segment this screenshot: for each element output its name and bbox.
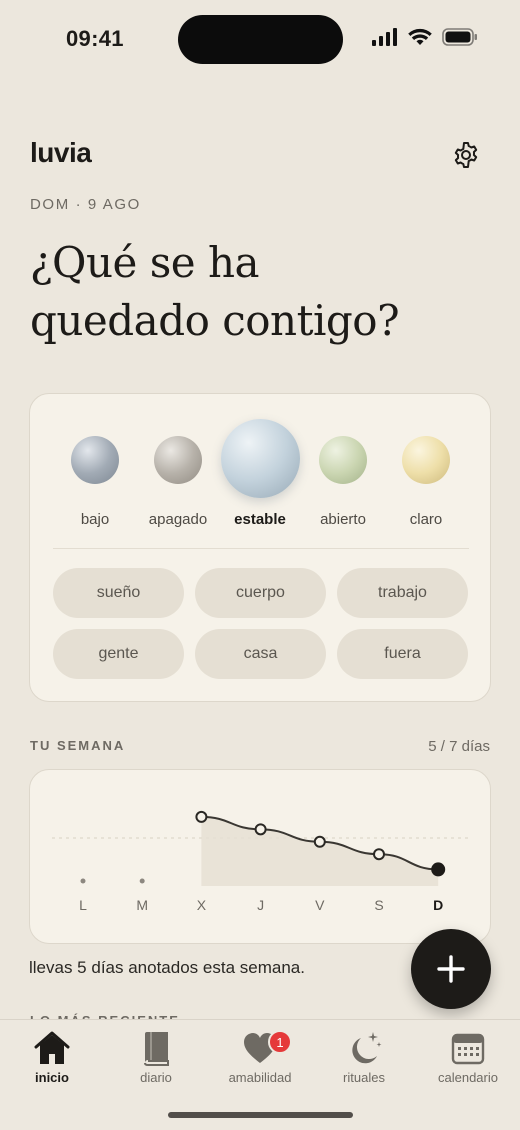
battery-icon (442, 28, 477, 46)
tab-label: amabilidad (228, 1070, 292, 1085)
week-chart: LMXJVSD (52, 810, 470, 913)
mood-orb-apagado (154, 436, 202, 484)
week-summary: llevas 5 días anotados esta semana. (29, 958, 305, 977)
mood-orb-bajo (71, 436, 119, 484)
dynamic-island (178, 15, 343, 64)
chip-gente[interactable]: gente (53, 629, 184, 679)
wifi-icon (408, 28, 432, 45)
mood-label: claro (409, 511, 443, 528)
current-date: DOM · 9 AGO (30, 196, 141, 213)
chart-area (201, 816, 439, 886)
calendar-icon (451, 1033, 485, 1065)
tab-label: inicio (35, 1070, 69, 1085)
tab-label: diario (140, 1070, 172, 1085)
divider (53, 548, 469, 549)
tab-label: calendario (438, 1070, 498, 1085)
tab-calendario[interactable]: calendario (416, 1028, 520, 1085)
mood-claro[interactable]: claro (380, 394, 480, 544)
add-entry-button[interactable] (411, 929, 491, 1009)
chart-day-label: X (197, 897, 207, 913)
notification-badge: 1 (268, 1030, 292, 1054)
status-icons (372, 28, 478, 46)
week-chart-card[interactable]: LMXJVSD (29, 769, 491, 944)
status-time: 09:41 (66, 26, 124, 51)
app-title: luvia (30, 137, 92, 168)
chart-day-label: J (257, 897, 264, 913)
chart-empty-day-dot (80, 878, 86, 884)
chart-day-label: M (136, 897, 148, 913)
chip-sueno[interactable]: sueño (53, 568, 184, 618)
tab-inicio[interactable]: inicio (0, 1028, 104, 1085)
mood-orb-abierto (319, 436, 367, 484)
home-indicator (168, 1112, 353, 1118)
signal-icon (372, 28, 397, 46)
mood-label: estable (234, 511, 286, 528)
chip-trabajo[interactable]: trabajo (337, 568, 468, 618)
tab-label: rituales (343, 1070, 385, 1085)
home-icon (34, 1031, 70, 1064)
tag-chips: sueño cuerpo trabajo gente casa fuera (53, 568, 469, 679)
chart-day-label: L (79, 897, 87, 913)
tab-diario[interactable]: diario (104, 1028, 208, 1085)
mood-orb-estable (221, 419, 300, 498)
settings-button[interactable] (451, 140, 481, 170)
chart-day-label: V (315, 897, 325, 913)
chart-day-label: S (374, 897, 383, 913)
mood-card: bajo apagado estable abierto claro sueño… (29, 393, 491, 702)
chart-point-current (431, 862, 446, 877)
tab-amabilidad[interactable]: 1 amabilidad (208, 1028, 312, 1085)
question-line-1: ¿Qué se ha (30, 238, 260, 287)
mood-label: abierto (320, 511, 366, 528)
mood-label: bajo (80, 511, 110, 528)
moon-stars-icon (352, 1032, 382, 1064)
mood-selector: bajo apagado estable abierto claro (30, 394, 490, 544)
chart-point (373, 848, 385, 861)
chart-day-label: D (433, 897, 443, 913)
mood-orb-claro (402, 436, 450, 484)
mood-label: apagado (148, 511, 208, 528)
chip-casa[interactable]: casa (195, 629, 326, 679)
week-header: TU SEMANA 5 / 7 días (30, 738, 490, 758)
chart-point (313, 835, 326, 848)
chip-fuera[interactable]: fuera (337, 629, 468, 679)
question-line-2: quedado contigo? (30, 296, 400, 345)
week-title: TU SEMANA (30, 738, 126, 753)
plus-icon (437, 955, 465, 983)
gear-icon (454, 142, 478, 168)
book-icon (144, 1032, 169, 1066)
status-bar: 09:41 (0, 0, 520, 80)
page-question: ¿Qué se ha quedado contigo? (30, 234, 490, 350)
tab-rituales[interactable]: rituales (312, 1028, 416, 1085)
chart-point (254, 823, 267, 836)
chip-cuerpo[interactable]: cuerpo (195, 568, 326, 618)
week-count: 5 / 7 días (428, 738, 490, 755)
chart-empty-day-dot (139, 878, 145, 884)
chart-point (195, 810, 208, 823)
